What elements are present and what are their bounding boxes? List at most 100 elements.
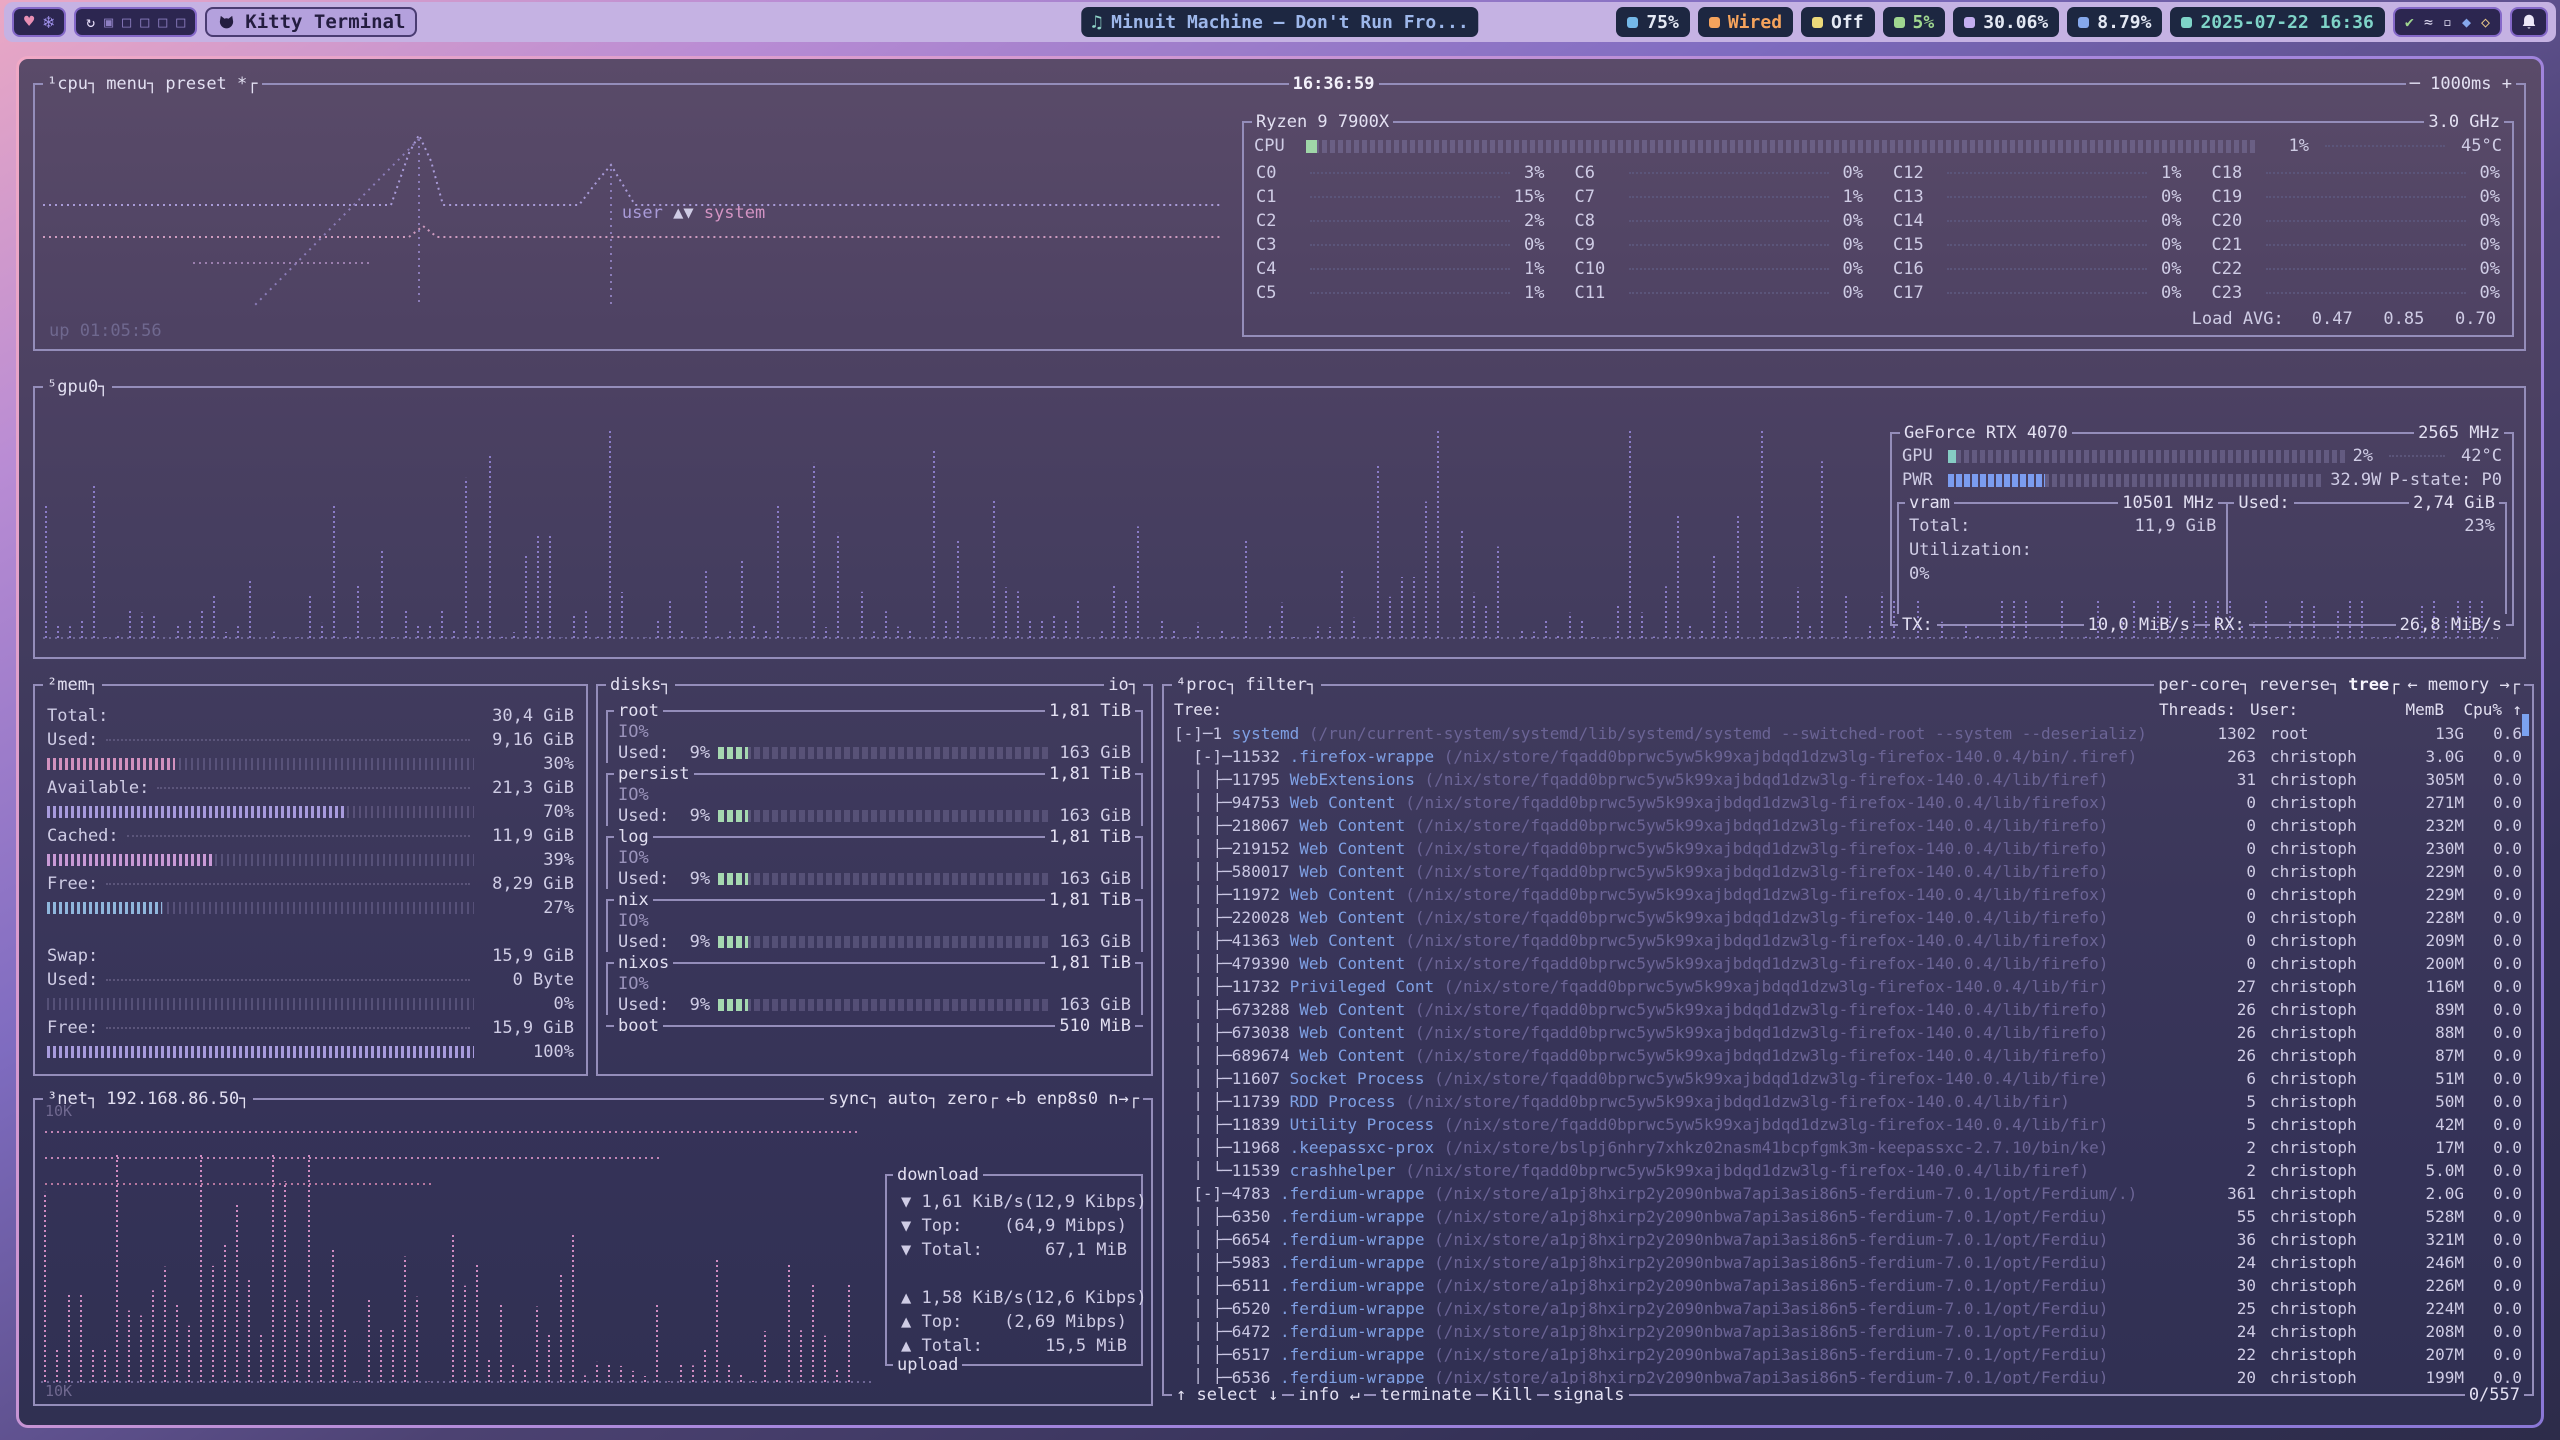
process-row[interactable]: │ ├─673038 Web Content (/nix/store/fqadd… bbox=[1174, 1021, 2522, 1044]
mem-stat-label: Swap: bbox=[47, 946, 98, 966]
process-tree-prefix: │ ├─11795 bbox=[1174, 770, 1290, 789]
user-column-header[interactable]: User: bbox=[2236, 700, 2366, 719]
workspace-button-3[interactable]: □ bbox=[122, 13, 131, 31]
disks-panel: disks┐ io┐ root1,81 TiBIO%Used: 9%163 Gi… bbox=[596, 674, 1153, 1076]
menu-button[interactable]: menu┐ bbox=[102, 74, 161, 94]
threads-column-header[interactable]: Threads: bbox=[2150, 700, 2236, 719]
workspace-button-1[interactable]: ↻ bbox=[86, 13, 95, 31]
tray-icon-3[interactable]: ▫ bbox=[2443, 13, 2452, 31]
process-name: WebExtensions bbox=[1290, 770, 1415, 789]
volume-badge[interactable]: 75% bbox=[1616, 7, 1690, 37]
process-path: (/nix/store/a1pj8hxirp2y2090nbwa7api3asi… bbox=[1424, 1345, 2108, 1364]
process-name: .ferdium-wrappe bbox=[1280, 1253, 1425, 1272]
disk-name-label: persist bbox=[614, 764, 694, 784]
disk-io-toggle[interactable]: io┐ bbox=[1104, 675, 1143, 695]
tree-toggle[interactable]: tree┌ bbox=[2344, 675, 2403, 695]
workspace-button-2[interactable]: ▣ bbox=[104, 13, 113, 31]
workspace-button-5[interactable]: □ bbox=[158, 13, 167, 31]
process-row[interactable]: │ ├─580017 Web Content (/nix/store/fqadd… bbox=[1174, 860, 2522, 883]
process-user: christoph bbox=[2256, 1069, 2386, 1088]
speaker-icon bbox=[1627, 17, 1638, 28]
workspace-button-6[interactable]: □ bbox=[176, 13, 185, 31]
mem-bar-row: 100% bbox=[47, 1040, 574, 1064]
preset-button[interactable]: preset *┌ bbox=[161, 74, 261, 94]
process-row[interactable]: │ ├─6517 .ferdium-wrappe (/nix/store/a1p… bbox=[1174, 1343, 2522, 1366]
tray-icon-1[interactable]: ✔ bbox=[2405, 13, 2414, 31]
net-interface-selector[interactable]: ←b enp8s0 n→┌ bbox=[1002, 1089, 1143, 1109]
core-value: 0% bbox=[2480, 187, 2500, 207]
heart-icon[interactable]: ♥ bbox=[24, 12, 34, 32]
launcher-box[interactable]: ♥ ❄ bbox=[12, 7, 66, 37]
sort-column-selector[interactable]: ← memory →┌ bbox=[2403, 675, 2524, 695]
process-row[interactable]: │ ├─6536 .ferdium-wrappe (/nix/store/a1p… bbox=[1174, 1366, 2522, 1384]
core-value: 0% bbox=[2161, 283, 2181, 303]
info-action[interactable]: info ↵ bbox=[1294, 1385, 1363, 1405]
process-filter-button[interactable]: filter┐ bbox=[1241, 675, 1321, 695]
process-user: christoph bbox=[2256, 1115, 2386, 1134]
memory-usage-badge[interactable]: 30.06% bbox=[1953, 7, 2059, 37]
per-core-toggle[interactable]: per-core┐ bbox=[2154, 675, 2254, 695]
process-row[interactable]: │ ├─673288 Web Content (/nix/store/fqadd… bbox=[1174, 998, 2522, 1021]
process-row[interactable]: │ ├─219152 Web Content (/nix/store/fqadd… bbox=[1174, 837, 2522, 860]
cpu-column-header[interactable]: Cpu% bbox=[2444, 700, 2502, 719]
process-row[interactable]: │ ├─11795 WebExtensions (/nix/store/fqad… bbox=[1174, 768, 2522, 791]
process-row[interactable]: │ ├─220028 Web Content (/nix/store/fqadd… bbox=[1174, 906, 2522, 929]
process-row[interactable]: │ ├─6511 .ferdium-wrappe (/nix/store/a1p… bbox=[1174, 1274, 2522, 1297]
process-row[interactable]: │ ├─11739 RDD Process (/nix/store/fqadd0… bbox=[1174, 1090, 2522, 1113]
reverse-toggle[interactable]: reverse┐ bbox=[2254, 675, 2344, 695]
process-row[interactable]: │ ├─11607 Socket Process (/nix/store/fqa… bbox=[1174, 1067, 2522, 1090]
net-auto-toggle[interactable]: auto┐ bbox=[884, 1089, 943, 1109]
kill-action[interactable]: Kill bbox=[1488, 1385, 1537, 1405]
process-threads: 1302 bbox=[2170, 724, 2256, 743]
disk-usage-badge[interactable]: 8.79% bbox=[2067, 7, 2162, 37]
refresh-rate-control[interactable]: ─ 1000ms + bbox=[2406, 74, 2516, 94]
signals-action[interactable]: signals bbox=[1549, 1385, 1629, 1405]
process-row[interactable]: [-]─4783 .ferdium-wrappe (/nix/store/a1p… bbox=[1174, 1182, 2522, 1205]
music-widget[interactable]: ♫ Minuit Machine – Don't Run Fro... bbox=[1081, 7, 1478, 37]
process-row[interactable]: │ ├─94753 Web Content (/nix/store/fqadd0… bbox=[1174, 791, 2522, 814]
cpu-core-C11: C110% bbox=[1575, 281, 1864, 305]
process-row[interactable]: │ ├─6350 .ferdium-wrappe (/nix/store/a1p… bbox=[1174, 1205, 2522, 1228]
tray-icon-5[interactable]: ◇ bbox=[2481, 13, 2490, 31]
tray-icon-2[interactable]: ≈ bbox=[2424, 13, 2433, 31]
process-name: Web Content bbox=[1299, 1046, 1405, 1065]
network-badge[interactable]: Wired bbox=[1698, 7, 1793, 37]
process-row[interactable]: │ ├─11972 Web Content (/nix/store/fqadd0… bbox=[1174, 883, 2522, 906]
terminal-window-button[interactable]: Kitty Terminal bbox=[205, 7, 417, 37]
vram-used-percent-row: 23% bbox=[2228, 514, 2505, 538]
process-row[interactable]: │ ├─6654 .ferdium-wrappe (/nix/store/a1p… bbox=[1174, 1228, 2522, 1251]
process-row[interactable]: │ ├─11839 Utility Process (/nix/store/fq… bbox=[1174, 1113, 2522, 1136]
process-cpu: 0.0 bbox=[2464, 1345, 2522, 1364]
disk-log: log1,81 TiBIO%Used: 9%163 GiB bbox=[606, 826, 1143, 889]
process-mem: 209M bbox=[2386, 931, 2464, 950]
terminate-action[interactable]: terminate bbox=[1376, 1385, 1476, 1405]
process-row[interactable]: │ ├─218067 Web Content (/nix/store/fqadd… bbox=[1174, 814, 2522, 837]
clock-badge[interactable]: 2025-07-22 16:36 bbox=[2170, 7, 2384, 37]
process-scrollbar-thumb[interactable] bbox=[2522, 714, 2529, 736]
process-row[interactable]: │ ├─5983 .ferdium-wrappe (/nix/store/a1p… bbox=[1174, 1251, 2522, 1274]
gpu-power-value: 32.9W bbox=[2330, 470, 2381, 490]
process-mem: 224M bbox=[2386, 1299, 2464, 1318]
nix-icon[interactable]: ❄ bbox=[43, 12, 54, 33]
select-action[interactable]: ↑ select ↓ bbox=[1172, 1385, 1282, 1405]
mem-column-header[interactable]: MemB bbox=[2366, 700, 2444, 719]
cpu-usage-badge[interactable]: 5% bbox=[1883, 7, 1946, 37]
process-row[interactable]: │ ├─41363 Web Content (/nix/store/fqadd0… bbox=[1174, 929, 2522, 952]
process-row[interactable]: │ ├─11968 .keepassxc-prox (/nix/store/bs… bbox=[1174, 1136, 2522, 1159]
process-threads: 2 bbox=[2170, 1161, 2256, 1180]
workspace-button-4[interactable]: □ bbox=[140, 13, 149, 31]
process-row[interactable]: │ ├─479390 Web Content (/nix/store/fqadd… bbox=[1174, 952, 2522, 975]
tree-column-header[interactable]: Tree: bbox=[1174, 700, 2150, 719]
tray-icon-4[interactable]: ◆ bbox=[2462, 13, 2471, 31]
process-row[interactable]: │ └─11539 crashhelper (/nix/store/fqadd0… bbox=[1174, 1159, 2522, 1182]
process-row[interactable]: │ ├─11732 Privileged Cont (/nix/store/fq… bbox=[1174, 975, 2522, 998]
process-row[interactable]: │ ├─6520 .ferdium-wrappe (/nix/store/a1p… bbox=[1174, 1297, 2522, 1320]
process-row[interactable]: │ ├─6472 .ferdium-wrappe (/nix/store/a1p… bbox=[1174, 1320, 2522, 1343]
net-sync-toggle[interactable]: sync┐ bbox=[824, 1089, 883, 1109]
process-row[interactable]: [-]─1 systemd (/run/current-system/syste… bbox=[1174, 722, 2522, 745]
notification-bell-button[interactable] bbox=[2510, 7, 2548, 37]
net-zero-toggle[interactable]: zero┌ bbox=[943, 1089, 1002, 1109]
process-row[interactable]: [-]─11532 .firefox-wrappe (/nix/store/fq… bbox=[1174, 745, 2522, 768]
recorder-badge[interactable]: Off bbox=[1801, 7, 1875, 37]
process-row[interactable]: │ ├─689674 Web Content (/nix/store/fqadd… bbox=[1174, 1044, 2522, 1067]
